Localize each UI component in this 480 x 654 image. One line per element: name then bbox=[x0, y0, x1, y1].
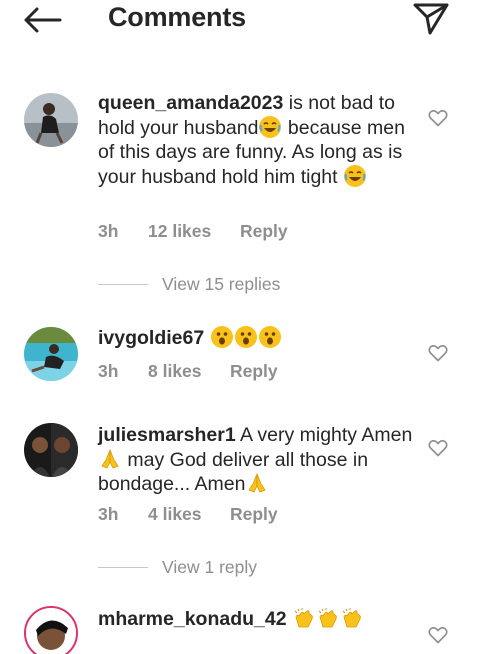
reply-button[interactable]: Reply bbox=[230, 361, 278, 382]
comment-username[interactable]: juliesmarsher1 bbox=[98, 424, 236, 446]
avatar-image bbox=[24, 423, 78, 477]
avatar-image bbox=[26, 608, 76, 654]
view-replies-button[interactable]: View 1 reply bbox=[98, 555, 257, 579]
comment-text: mharme_konadu_42 bbox=[98, 607, 414, 632]
praying-hands-emoji bbox=[99, 448, 121, 470]
clapping-hands-emoji bbox=[293, 607, 315, 629]
like-button[interactable] bbox=[428, 344, 448, 362]
heart-icon bbox=[428, 109, 448, 127]
comment-likes[interactable]: 12 likes bbox=[148, 221, 240, 242]
avatar-image bbox=[24, 93, 78, 147]
comment-time: 3h bbox=[98, 361, 119, 381]
back-arrow-icon bbox=[24, 7, 62, 33]
like-button[interactable] bbox=[428, 626, 448, 644]
divider-line bbox=[98, 283, 148, 285]
astonished-emoji bbox=[234, 326, 257, 348]
comment-text: queen_amanda2023 is not bad to hold your… bbox=[98, 91, 414, 189]
clapping-hands-emoji bbox=[341, 607, 363, 629]
view-replies-label: View 1 reply bbox=[162, 556, 258, 577]
heart-icon bbox=[428, 344, 448, 362]
astonished-emoji bbox=[210, 326, 233, 348]
comment-text: juliesmarsher1 A very mighty Amen may Go… bbox=[98, 423, 414, 497]
comment-meta: 3h 4 likes Reply bbox=[98, 504, 278, 525]
comment-likes[interactable]: 8 likes bbox=[148, 361, 230, 382]
comment-time: 3h bbox=[98, 504, 119, 524]
comment-meta: 3h 8 likes Reply bbox=[98, 361, 278, 382]
comment-text: ivygoldie67 bbox=[98, 326, 414, 351]
reply-button[interactable]: Reply bbox=[240, 221, 288, 242]
view-replies-button[interactable]: View 15 replies bbox=[98, 272, 280, 296]
comment-username[interactable]: mharme_konadu_42 bbox=[98, 608, 287, 630]
divider-line bbox=[98, 566, 148, 568]
laughing-emoji bbox=[259, 115, 282, 138]
laughing-emoji bbox=[344, 164, 366, 187]
praying-hands-emoji bbox=[246, 472, 268, 494]
comment-likes[interactable]: 4 likes bbox=[148, 504, 230, 525]
header-bar: Comments bbox=[0, 0, 480, 40]
reply-button[interactable]: Reply bbox=[230, 504, 278, 525]
comment-text-part: may God deliver all those in bondage... … bbox=[98, 448, 369, 496]
comment-text-part: A very mighty Amen bbox=[235, 424, 413, 446]
comment-meta: 3h 12 likes Reply bbox=[98, 221, 288, 242]
comment-username[interactable]: queen_amanda2023 bbox=[98, 92, 283, 114]
like-button[interactable] bbox=[428, 439, 448, 457]
avatar[interactable] bbox=[24, 327, 78, 381]
heart-icon bbox=[428, 626, 448, 644]
avatar-image bbox=[24, 327, 78, 381]
send-button[interactable] bbox=[412, 2, 450, 36]
comment-username[interactable]: ivygoldie67 bbox=[98, 327, 204, 349]
avatar[interactable] bbox=[24, 93, 78, 147]
comment-time: 3h bbox=[98, 221, 119, 241]
avatar[interactable] bbox=[24, 606, 78, 654]
like-button[interactable] bbox=[428, 109, 448, 127]
view-replies-label: View 15 replies bbox=[162, 273, 281, 294]
send-icon bbox=[413, 3, 449, 35]
clapping-hands-emoji bbox=[317, 607, 339, 629]
heart-icon bbox=[428, 439, 448, 457]
page-title: Comments bbox=[108, 2, 246, 32]
avatar[interactable] bbox=[24, 423, 78, 477]
back-button[interactable] bbox=[22, 5, 62, 35]
astonished-emoji bbox=[258, 326, 281, 348]
